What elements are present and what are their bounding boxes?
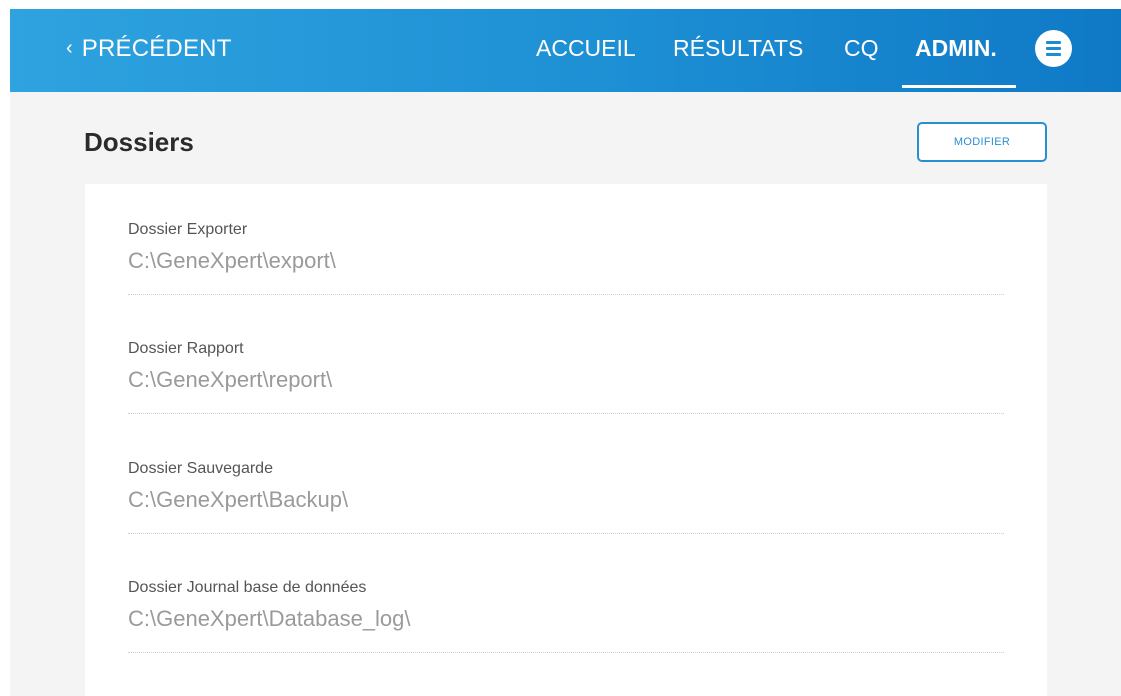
folder-field-backup: Dossier Sauvegarde C:\GeneXpert\Backup\ [128, 460, 1004, 540]
field-value: C:\GeneXpert\Database_log\ [128, 606, 411, 631]
field-label: Dossier Exporter [128, 221, 248, 238]
active-tab-indicator [902, 85, 1016, 88]
chevron-left-icon: ‹ [66, 37, 73, 59]
folders-card: Dossier Exporter C:\GeneXpert\export\ Do… [85, 184, 1047, 696]
top-navigation-bar: ‹ PRÉCÉDENT ACCUEIL RÉSULTATS CQ ADMIN. [10, 9, 1121, 92]
field-value: C:\GeneXpert\report\ [128, 367, 333, 392]
back-button-label: PRÉCÉDENT [81, 35, 232, 62]
modify-button[interactable]: MODIFIER [917, 122, 1047, 162]
folder-field-report: Dossier Rapport C:\GeneXpert\report\ [128, 340, 1004, 420]
field-label: Dossier Journal base de données [128, 579, 367, 596]
app-window: ‹ PRÉCÉDENT ACCUEIL RÉSULTATS CQ ADMIN. … [10, 9, 1121, 696]
nav-tab-accueil[interactable]: ACCUEIL [536, 35, 636, 62]
back-button[interactable]: ‹ PRÉCÉDENT [66, 35, 232, 63]
field-value: C:\GeneXpert\export\ [128, 248, 336, 273]
field-divider [128, 652, 1004, 653]
nav-tab-admin[interactable]: ADMIN. [915, 35, 997, 62]
nav-tab-resultats[interactable]: RÉSULTATS [673, 35, 803, 62]
nav-tab-cq[interactable]: CQ [844, 35, 879, 62]
hamburger-menu-icon[interactable] [1035, 30, 1072, 67]
folder-field-database-log: Dossier Journal base de données C:\GeneX… [128, 579, 1004, 659]
field-divider [128, 413, 1004, 414]
field-label: Dossier Sauvegarde [128, 460, 273, 477]
folder-field-export: Dossier Exporter C:\GeneXpert\export\ [128, 221, 1004, 301]
field-label: Dossier Rapport [128, 340, 244, 357]
field-divider [128, 294, 1004, 295]
page-title: Dossiers [84, 127, 194, 157]
field-value: C:\GeneXpert\Backup\ [128, 487, 349, 512]
field-divider [128, 533, 1004, 534]
